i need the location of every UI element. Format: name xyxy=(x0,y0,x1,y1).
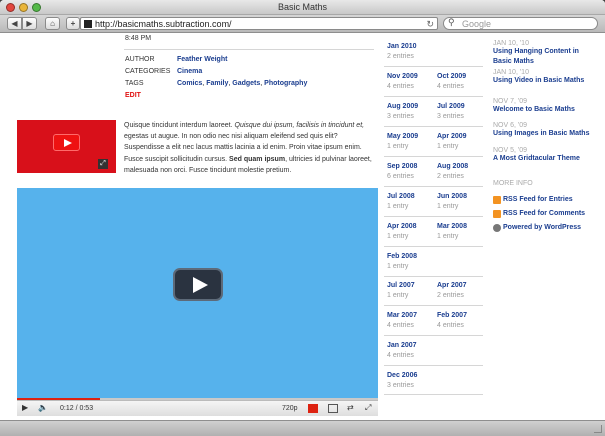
tag-link[interactable]: Comics xyxy=(177,80,202,87)
back-button[interactable]: ◀ xyxy=(7,17,22,30)
archive-item[interactable]: Mar 2008 1 entry xyxy=(437,223,467,240)
archive-item[interactable]: Jan 2010 2 entries xyxy=(387,43,417,60)
home-button[interactable]: ⌂ xyxy=(45,17,60,30)
archive-item[interactable]: Jul 2009 3 entries xyxy=(437,103,465,120)
tag-link[interactable]: Family xyxy=(206,80,228,87)
archive-item[interactable]: Aug 2008 2 entries xyxy=(437,163,468,180)
play-icon[interactable] xyxy=(53,134,80,151)
annotations-icon[interactable] xyxy=(308,404,318,413)
add-bookmark-button[interactable]: + xyxy=(66,17,80,30)
archive-item[interactable]: Nov 2009 4 entries xyxy=(387,73,418,90)
archive-divider xyxy=(384,335,483,336)
post-time: 8:48 PM xyxy=(125,35,152,42)
edit-link[interactable]: EDIT xyxy=(125,92,141,99)
archive-item[interactable]: Jul 2007 1 entry xyxy=(387,282,415,299)
reload-icon[interactable]: ↻ xyxy=(426,18,434,30)
meta-author-label: AUTHOR xyxy=(125,56,155,63)
share-icon[interactable]: ⇄ xyxy=(347,403,354,412)
page-content: 8:48 PM AUTHOR Feather Weight CATEGORIES… xyxy=(0,34,605,420)
meta-tags-label: TAGS xyxy=(125,80,144,87)
meta-divider xyxy=(124,49,374,50)
post-body-paragraph: Quisque tincidunt interdum laoreet. Quis… xyxy=(124,122,372,174)
url-text: http://basicmaths.subtraction.com/ xyxy=(95,19,232,29)
fullscreen-icon[interactable]: ⤢ xyxy=(365,403,371,413)
resize-grip-icon[interactable] xyxy=(594,425,602,433)
search-placeholder: Google xyxy=(462,19,492,29)
archive-item[interactable]: Oct 2009 4 entries xyxy=(437,73,466,90)
archive-item[interactable]: Feb 2007 4 entries xyxy=(437,312,467,329)
site-favicon-icon xyxy=(84,20,92,28)
address-bar[interactable]: http://basicmaths.subtraction.com/ ↻ xyxy=(80,17,438,30)
forward-button[interactable]: ▶ xyxy=(22,17,37,30)
archive-item[interactable]: Dec 2006 3 entries xyxy=(387,372,417,389)
popout-icon[interactable] xyxy=(328,404,338,413)
archive-divider xyxy=(384,156,483,157)
tag-link[interactable]: Photography xyxy=(264,80,307,87)
archive-item[interactable]: Jan 2007 4 entries xyxy=(387,342,417,359)
archive-item[interactable]: Apr 2007 2 entries xyxy=(437,282,467,299)
archive-divider xyxy=(384,365,483,366)
archive-divider xyxy=(384,246,483,247)
archive-divider xyxy=(384,305,483,306)
archive-divider xyxy=(384,66,483,67)
browser-window: Basic Maths ◀ ▶ ⌂ + http://basicmaths.su… xyxy=(0,0,605,436)
tag-link[interactable]: Gadgets xyxy=(232,80,260,87)
status-bar xyxy=(0,420,605,436)
window-title: Basic Maths xyxy=(277,2,328,12)
archive-item[interactable]: Jun 2008 1 entry xyxy=(437,193,467,210)
archive-item[interactable]: Sep 2008 6 entries xyxy=(387,163,417,180)
archive-divider xyxy=(384,186,483,187)
recent-post[interactable]: NOV 7, '09 Welcome to Basic Maths xyxy=(493,98,593,115)
tag-list: Comics, Family, Gadgets, Photography xyxy=(177,80,308,87)
archive-divider xyxy=(384,394,483,395)
archive-item[interactable]: Jul 2008 1 entry xyxy=(387,193,415,210)
archive-item[interactable]: Apr 2008 1 entry xyxy=(387,223,417,240)
archive-divider xyxy=(384,276,483,277)
volume-icon[interactable]: 🔈 xyxy=(38,403,48,412)
archive-divider xyxy=(384,126,483,127)
more-info-heading: MORE INFO xyxy=(493,180,533,187)
recent-post[interactable]: NOV 5, '09 A Most Gridtacular Theme xyxy=(493,147,593,164)
meta-categories-label: CATEGORIES xyxy=(125,68,171,75)
rss-icon xyxy=(493,210,501,218)
author-link[interactable]: Feather Weight xyxy=(177,56,227,63)
archive-item[interactable]: Feb 2008 1 entry xyxy=(387,253,417,270)
archive-item[interactable]: May 2009 1 entry xyxy=(387,133,418,150)
archive-item[interactable]: Apr 2009 1 entry xyxy=(437,133,467,150)
play-button-icon[interactable] xyxy=(173,268,223,301)
search-icon: ⚲ xyxy=(448,17,455,27)
video-player[interactable] xyxy=(17,188,378,400)
archive-item[interactable]: Mar 2007 4 entries xyxy=(387,312,417,329)
title-bar: Basic Maths xyxy=(0,0,605,15)
quality-selector[interactable]: 720p xyxy=(282,405,298,412)
category-link[interactable]: Cinema xyxy=(177,68,202,75)
archive-divider xyxy=(384,216,483,217)
recent-post[interactable]: JAN 10, '10 Using Video in Basic Maths xyxy=(493,69,593,86)
expand-icon[interactable]: ⤢ xyxy=(98,159,108,169)
video-time: 0:12 / 0:53 xyxy=(60,405,94,412)
recent-post[interactable]: NOV 6, '09 Using Images in Basic Maths xyxy=(493,122,593,139)
wordpress-icon xyxy=(493,224,501,232)
recent-post[interactable]: JAN 10, '10 Using Hanging Content in Basi… xyxy=(493,40,593,67)
search-field[interactable]: ⚲ Google xyxy=(443,17,598,30)
browser-toolbar: ◀ ▶ ⌂ + http://basicmaths.subtraction.co… xyxy=(0,15,605,33)
rss-icon xyxy=(493,196,501,204)
video-thumbnail[interactable]: ⤢ xyxy=(17,120,116,173)
video-controls: ▶ 🔈 0:12 / 0:53 720p ⇄ ⤢ xyxy=(17,400,378,416)
archive-divider xyxy=(384,96,483,97)
play-icon[interactable]: ▶ xyxy=(22,403,28,412)
archive-item[interactable]: Aug 2009 3 entries xyxy=(387,103,418,120)
